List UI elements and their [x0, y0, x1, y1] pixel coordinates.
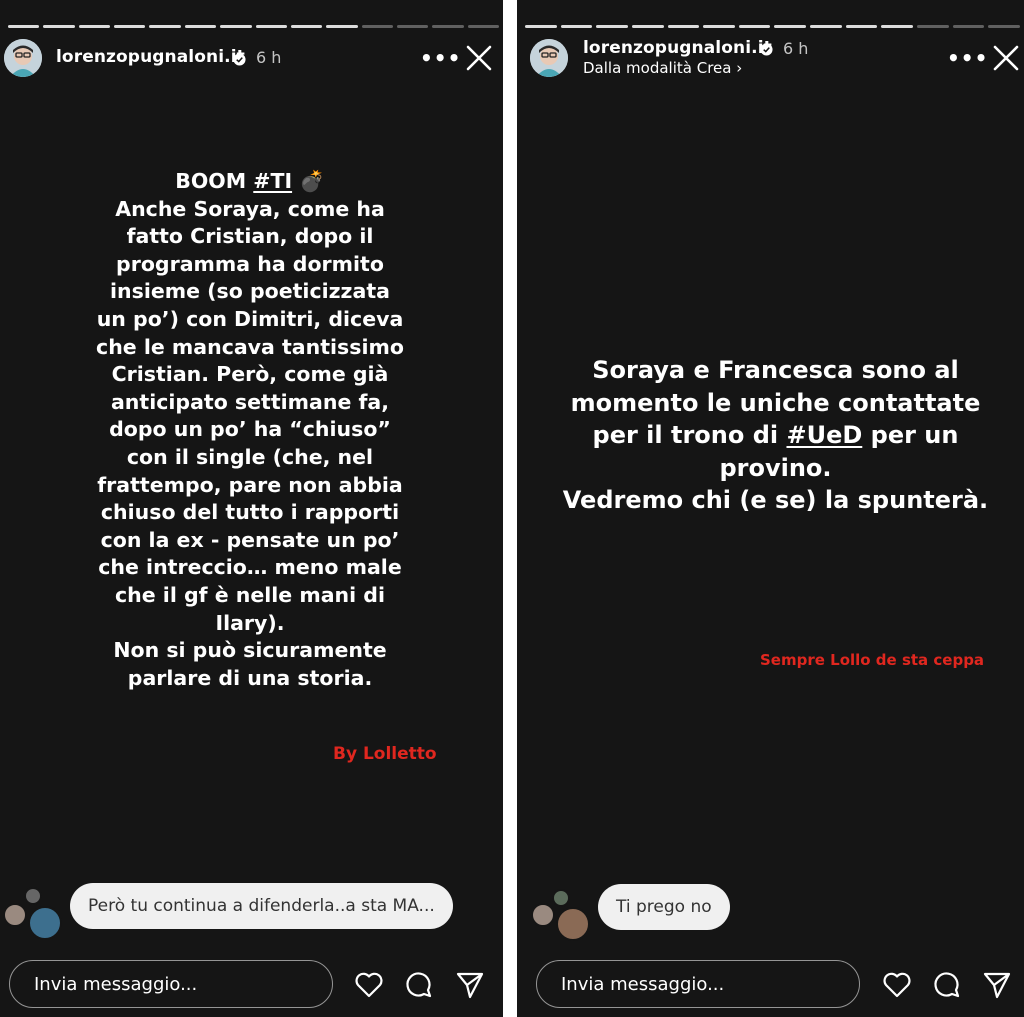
story-time: 6 h [256, 48, 282, 67]
send-icon[interactable] [982, 970, 1012, 1000]
reply-avatar [24, 887, 42, 905]
story-signature: Sempre Lollo de sta ceppa [760, 651, 985, 669]
bomb-icon: 💣 [299, 169, 325, 193]
heart-icon[interactable] [882, 970, 912, 1000]
story-progress-bar [517, 25, 1024, 28]
story-panel-left[interactable]: lorenzopugnaloni.it 6 h ••• BOOM #TI 💣 A… [0, 0, 503, 1017]
reply-avatar [531, 903, 555, 927]
story-line-4: Vedremo chi (e se) la spunterà. [562, 486, 989, 514]
more-icon[interactable]: ••• [947, 48, 988, 68]
verified-icon [760, 43, 773, 56]
story-line-0: Soraya e Francesca sono al [592, 356, 959, 384]
chevron-right-icon: › [736, 59, 743, 77]
story-line-17: Non si può sicuramente [113, 638, 387, 663]
username[interactable]: lorenzopugnaloni.it [583, 38, 772, 58]
story-line-2: fatto Cristian, dopo il [126, 224, 374, 249]
story-progress-bar [0, 25, 503, 28]
message-input[interactable]: Invia messaggio... [9, 960, 333, 1008]
story-line-12: chiuso del tutto i rapporti [100, 500, 400, 525]
story-line-8: anticipato settimane fa, [110, 389, 390, 414]
story-divider [503, 0, 517, 1017]
reply-avatar [28, 906, 62, 940]
reply-bubble[interactable]: Ti prego no [598, 884, 730, 930]
story-text: BOOM #TI 💣 Anche Soraya, come ha fatto C… [40, 168, 460, 692]
send-icon[interactable] [455, 970, 485, 1000]
message-input[interactable]: Invia messaggio... [536, 960, 860, 1008]
heart-icon[interactable] [354, 970, 384, 1000]
hashtag-ued[interactable]: #UeD [786, 421, 862, 449]
story-text: Soraya e Francesca sono al momento le un… [547, 354, 1004, 517]
comment-icon[interactable] [404, 970, 434, 1000]
story-line-16: Ilary). [215, 610, 285, 635]
story-line-1: momento le uniche contattate [570, 388, 981, 417]
comment-icon[interactable] [932, 970, 962, 1000]
story-line-3: provino. [719, 453, 832, 482]
story-line-9: dopo un po’ ha “chiuso” [109, 417, 391, 442]
hashtag-ti[interactable]: #TI [253, 169, 292, 193]
story-signature: By Lolletto [333, 744, 437, 764]
reply-avatar [556, 907, 590, 941]
create-mode-link[interactable]: Dalla modalità Crea › [583, 59, 742, 77]
story-line-0: BOOM #TI 💣 [175, 169, 325, 193]
story-line-18: parlare di una storia. [127, 665, 373, 690]
avatar[interactable] [530, 39, 568, 77]
story-line-10: con il single (che, nel [126, 444, 374, 469]
story-line-13: con la ex - pensate un po’ [100, 527, 400, 552]
story-time: 6 h [783, 39, 809, 58]
verified-icon [233, 53, 246, 66]
story-line-3: programma ha dormito [116, 251, 384, 276]
close-icon[interactable] [993, 45, 1019, 71]
story-line-6: che le mancava tantissimo [96, 334, 404, 359]
username[interactable]: lorenzopugnaloni.it [56, 47, 245, 67]
story-line-14: che intreccio… meno male [98, 555, 402, 580]
story-line-1: Anche Soraya, come ha [115, 196, 385, 221]
reply-avatar [3, 903, 27, 927]
close-icon[interactable] [466, 45, 492, 71]
reply-bubble[interactable]: Però tu continua a difenderla..a sta MA.… [70, 883, 453, 929]
story-line-7: Cristian. Però, come già [111, 362, 389, 387]
more-icon[interactable]: ••• [420, 48, 461, 68]
story-line-2: per il trono di #UeD per un [592, 421, 959, 449]
story-line-15: che il gf è nelle mani di [115, 582, 385, 607]
story-line-5: un po’) con Dimitri, diceva [96, 306, 404, 331]
reply-avatar [552, 889, 570, 907]
story-line-11: frattempo, pare non abbia [97, 472, 403, 497]
story-line-4: insieme (so poeticizzata [110, 279, 390, 304]
create-mode-label: Dalla modalità Crea [583, 59, 732, 77]
avatar[interactable] [4, 39, 42, 77]
